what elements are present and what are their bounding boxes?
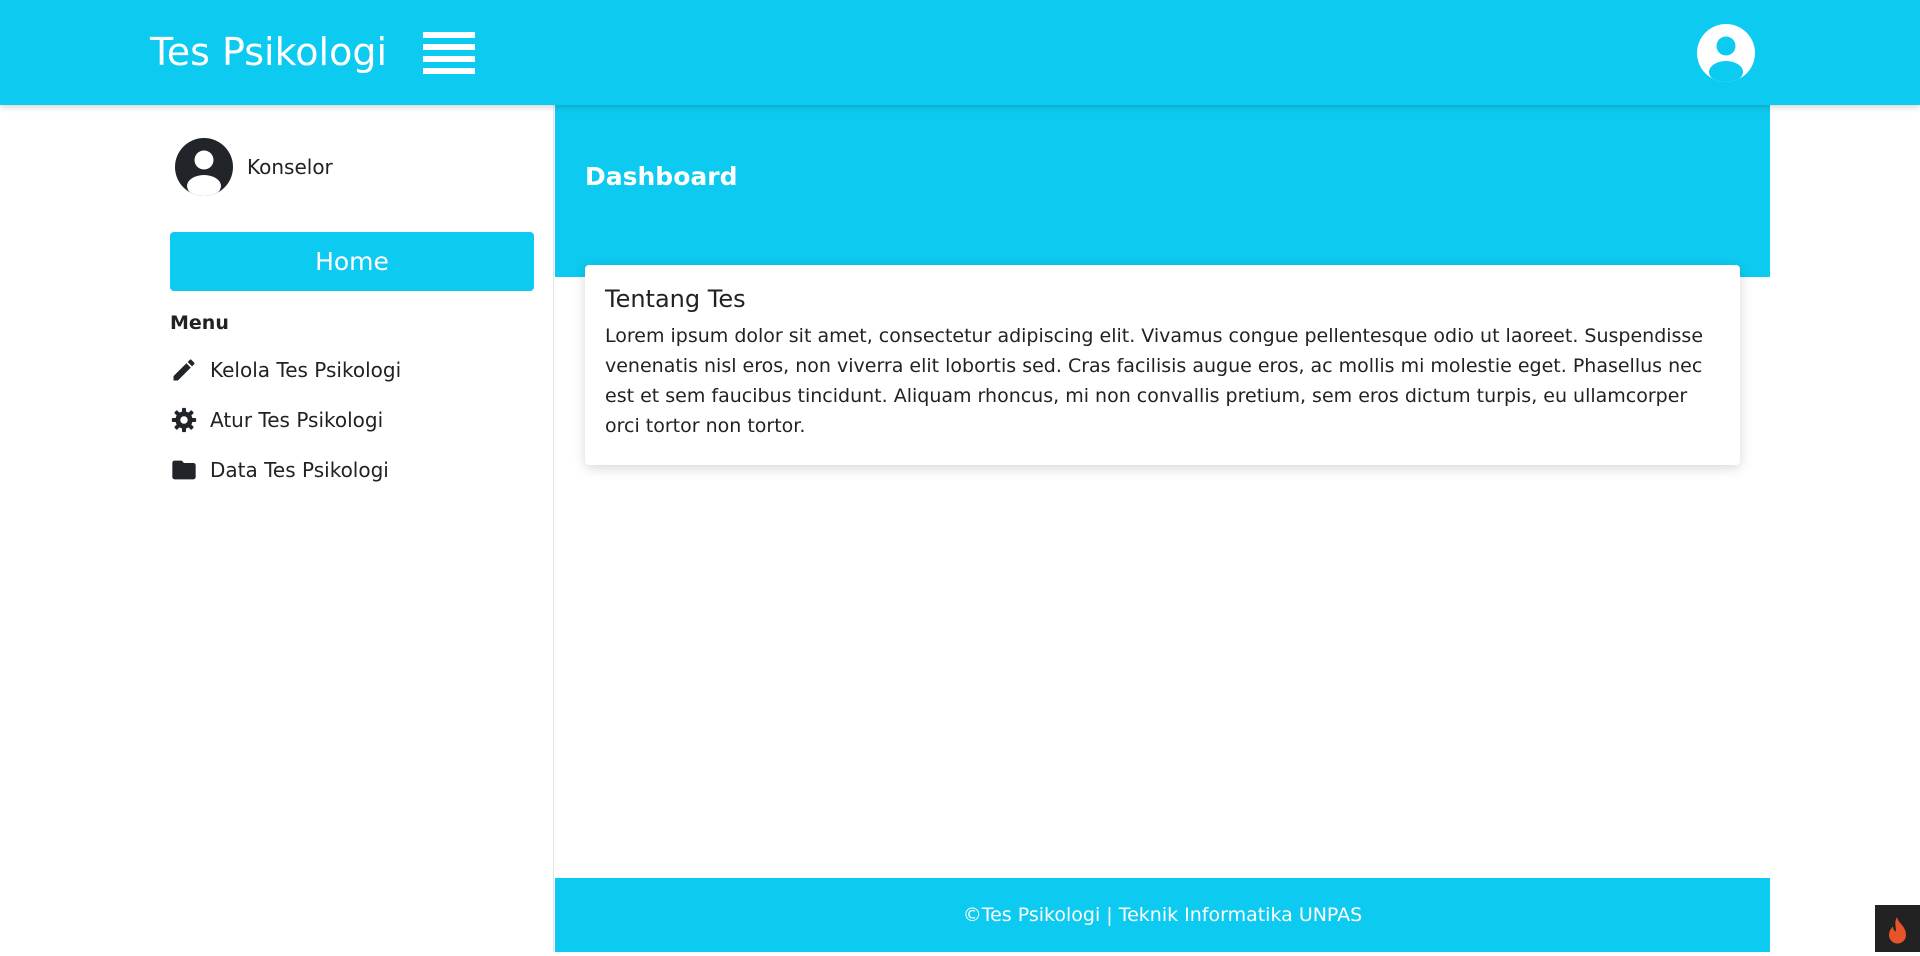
page-title: Dashboard	[585, 162, 738, 191]
menu-heading: Menu	[170, 312, 229, 334]
hamburger-bar	[423, 68, 475, 74]
info-card: Tentang Tes Lorem ipsum dolor sit amet, …	[585, 265, 1740, 465]
dashboard-header: Dashboard	[555, 105, 1770, 277]
menu-toggle-button[interactable]	[423, 32, 475, 74]
user-circle-icon	[1697, 24, 1755, 82]
sidebar-item-atur[interactable]: Atur Tes Psikologi	[170, 403, 383, 437]
hamburger-bar	[423, 44, 475, 50]
top-navbar: Tes Psikologi	[0, 0, 1920, 105]
avatar-icon	[175, 138, 233, 196]
home-button[interactable]: Home	[170, 232, 534, 291]
gear-icon	[171, 407, 197, 433]
card-title: Tentang Tes	[605, 285, 746, 313]
sidebar: Konselor Home Menu Kelola Tes Psikologi …	[150, 105, 554, 952]
hamburger-bar	[423, 32, 475, 38]
sidebar-item-label: Atur Tes Psikologi	[210, 408, 384, 432]
sidebar-item-data[interactable]: Data Tes Psikologi	[170, 453, 389, 487]
card-text: Lorem ipsum dolor sit amet, consectetur …	[605, 325, 1704, 437]
folder-icon	[172, 460, 196, 480]
sidebar-profile: Konselor	[175, 138, 333, 196]
user-account-button[interactable]	[1697, 24, 1755, 82]
footer: ©Tes Psikologi | Teknik Informatika UNPA…	[555, 878, 1770, 952]
pencil-icon	[173, 359, 195, 381]
brand-title[interactable]: Tes Psikologi	[150, 28, 387, 76]
profile-name: Konselor	[247, 155, 333, 179]
footer-text: ©Tes Psikologi | Teknik Informatika UNPA…	[962, 904, 1363, 926]
sidebar-item-label: Kelola Tes Psikologi	[210, 358, 402, 382]
sidebar-item-kelola[interactable]: Kelola Tes Psikologi	[170, 353, 401, 387]
sidebar-item-label: Data Tes Psikologi	[210, 458, 389, 482]
hamburger-bar	[423, 56, 475, 62]
flame-icon	[1889, 917, 1906, 944]
debug-toolbar-toggle[interactable]	[1875, 905, 1920, 952]
